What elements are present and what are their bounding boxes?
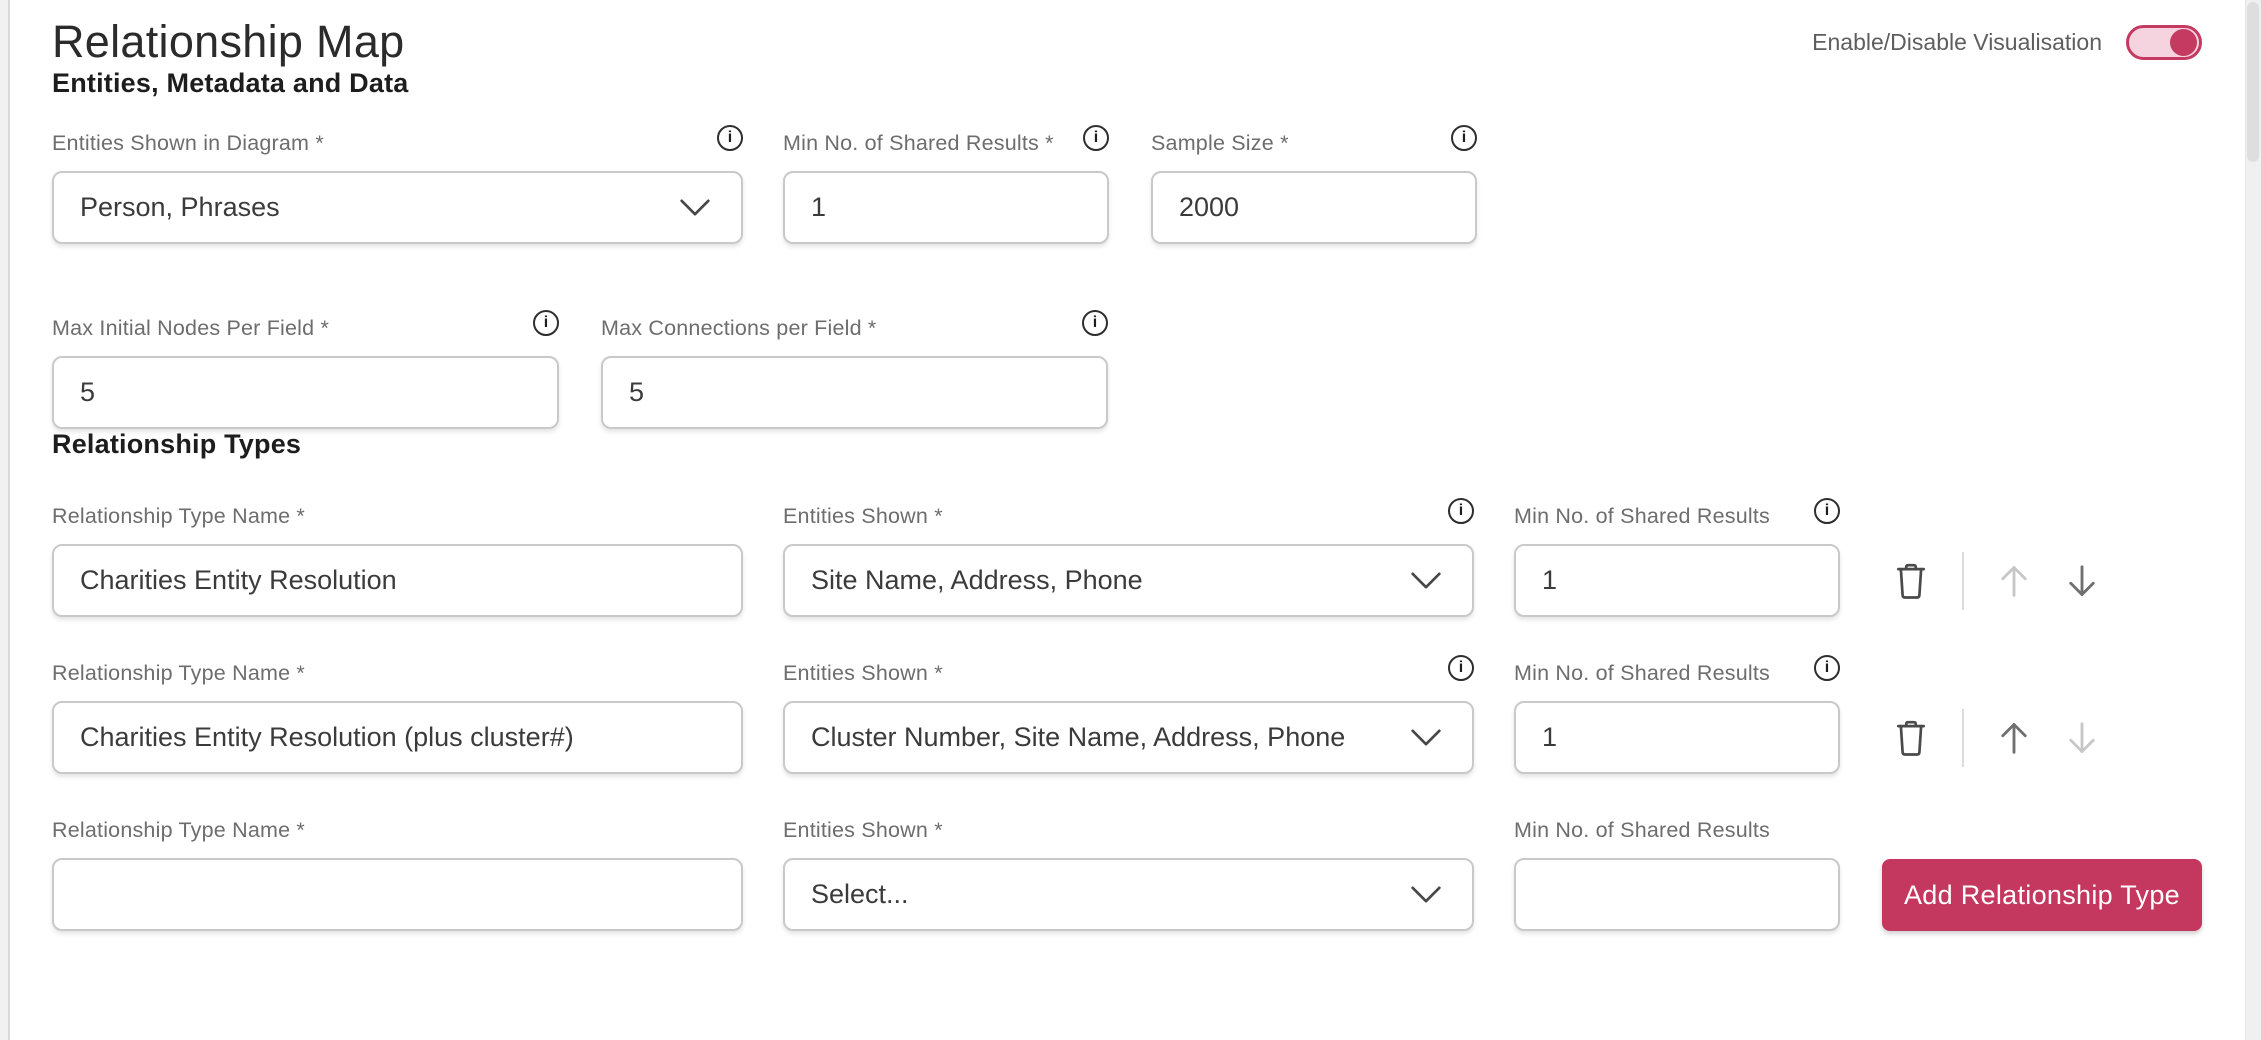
min-shared-results-label: Min No. of Shared Results * <box>783 131 1054 156</box>
max-initial-nodes-label: Max Initial Nodes Per Field * <box>52 316 329 341</box>
move-down-button <box>2064 719 2100 757</box>
info-icon[interactable]: i <box>1448 498 1474 524</box>
actions-divider <box>1962 552 1964 610</box>
entities-shown-placeholder: Select... <box>811 879 909 910</box>
min-shared-results-field: Min No. of Shared Results <box>1514 816 1840 931</box>
entities-shown-select[interactable]: Cluster Number, Site Name, Address, Phon… <box>783 701 1474 774</box>
header: Relationship Map Enable/Disable Visualis… <box>52 16 2202 68</box>
entities-field-row-2: Max Initial Nodes Per Field * i Max Conn… <box>52 284 2202 429</box>
relationship-name-field: Relationship Type Name * <box>52 659 743 774</box>
min-shared-results-input[interactable] <box>1514 544 1840 617</box>
info-icon[interactable]: i <box>1814 498 1840 524</box>
entities-shown-field: Entities Shown in Diagram * i Person, Ph… <box>52 99 743 244</box>
delete-row-button[interactable] <box>1892 717 1930 759</box>
info-icon[interactable]: i <box>1451 125 1477 151</box>
chevron-down-icon <box>1410 728 1442 747</box>
page-title: Relationship Map <box>52 16 405 68</box>
info-icon[interactable]: i <box>1448 655 1474 681</box>
relationship-map-panel: Relationship Map Enable/Disable Visualis… <box>52 0 2202 931</box>
move-down-button[interactable] <box>2064 562 2100 600</box>
delete-row-button[interactable] <box>1892 560 1930 602</box>
chevron-down-icon <box>1410 571 1442 590</box>
max-initial-nodes-field: Max Initial Nodes Per Field * i <box>52 284 559 429</box>
move-up-button <box>1996 562 2032 600</box>
new-relationship-row: Relationship Type Name * Entities Shown … <box>52 816 2202 931</box>
min-shared-results-field: Min No. of Shared Results * i <box>783 99 1109 244</box>
min-shared-results-label: Min No. of Shared Results <box>1514 504 1770 529</box>
relationship-types-heading: Relationship Types <box>52 429 2202 460</box>
row-actions <box>1892 544 2100 617</box>
min-shared-results-label: Min No. of Shared Results <box>1514 818 1770 843</box>
entities-shown-value: Site Name, Address, Phone <box>811 565 1143 596</box>
entities-section-heading: Entities, Metadata and Data <box>52 68 2202 99</box>
page-left-edge <box>0 0 10 1040</box>
info-icon[interactable]: i <box>1082 310 1108 336</box>
sample-size-label: Sample Size * <box>1151 131 1289 156</box>
info-icon[interactable]: i <box>1083 125 1109 151</box>
max-connections-input[interactable] <box>601 356 1108 429</box>
scrollbar[interactable] <box>2245 0 2261 1040</box>
relationship-name-label: Relationship Type Name * <box>52 661 305 686</box>
move-up-button[interactable] <box>1996 719 2032 757</box>
max-initial-nodes-input[interactable] <box>52 356 559 429</box>
relationship-name-input[interactable] <box>52 701 743 774</box>
entities-shown-select[interactable]: Select... <box>783 858 1474 931</box>
visualisation-toggle[interactable] <box>2126 25 2202 60</box>
relationship-name-label: Relationship Type Name * <box>52 504 305 529</box>
relationship-row: Relationship Type Name * Entities Shown … <box>52 502 2202 617</box>
entities-field-row-1: Entities Shown in Diagram * i Person, Ph… <box>52 99 2202 244</box>
relationship-name-field: Relationship Type Name * <box>52 816 743 931</box>
info-icon[interactable]: i <box>533 310 559 336</box>
chevron-down-icon <box>679 198 711 217</box>
relationship-row: Relationship Type Name * Entities Shown … <box>52 659 2202 774</box>
sample-size-input[interactable] <box>1151 171 1477 244</box>
entities-shown-value: Cluster Number, Site Name, Address, Phon… <box>811 722 1345 753</box>
entities-shown-select[interactable]: Person, Phrases <box>52 171 743 244</box>
relationship-name-field: Relationship Type Name * <box>52 502 743 617</box>
relationship-name-input[interactable] <box>52 858 743 931</box>
actions-divider <box>1962 709 1964 767</box>
entities-shown-label: Entities Shown * <box>783 818 943 843</box>
min-shared-results-label: Min No. of Shared Results <box>1514 661 1770 686</box>
entities-shown-field: Entities Shown * i Site Name, Address, P… <box>783 502 1474 617</box>
min-shared-results-input[interactable] <box>783 171 1109 244</box>
relationship-name-label: Relationship Type Name * <box>52 818 305 843</box>
row-actions <box>1892 701 2100 774</box>
entities-shown-field: Entities Shown * Select... <box>783 816 1474 931</box>
sample-size-field: Sample Size * i <box>1151 99 1477 244</box>
relationship-name-input[interactable] <box>52 544 743 617</box>
entities-shown-label: Entities Shown * <box>783 504 943 529</box>
info-icon[interactable]: i <box>717 125 743 151</box>
scrollbar-thumb[interactable] <box>2247 2 2259 162</box>
entities-shown-label: Entities Shown * <box>783 661 943 686</box>
toggle-knob-icon <box>2170 29 2197 56</box>
entities-shown-select[interactable]: Site Name, Address, Phone <box>783 544 1474 617</box>
chevron-down-icon <box>1410 885 1442 904</box>
add-relationship-type-button[interactable]: Add Relationship Type <box>1882 859 2202 931</box>
min-shared-results-input[interactable] <box>1514 858 1840 931</box>
info-icon[interactable]: i <box>1814 655 1840 681</box>
max-connections-label: Max Connections per Field * <box>601 316 876 341</box>
entities-shown-field: Entities Shown * i Cluster Number, Site … <box>783 659 1474 774</box>
min-shared-results-input[interactable] <box>1514 701 1840 774</box>
max-connections-field: Max Connections per Field * i <box>601 284 1108 429</box>
min-shared-results-field: Min No. of Shared Results i <box>1514 502 1840 617</box>
min-shared-results-field: Min No. of Shared Results i <box>1514 659 1840 774</box>
visualisation-toggle-group: Enable/Disable Visualisation <box>1812 25 2202 60</box>
visualisation-toggle-label: Enable/Disable Visualisation <box>1812 29 2102 56</box>
entities-shown-label: Entities Shown in Diagram * <box>52 131 324 156</box>
entities-shown-value: Person, Phrases <box>80 192 280 223</box>
